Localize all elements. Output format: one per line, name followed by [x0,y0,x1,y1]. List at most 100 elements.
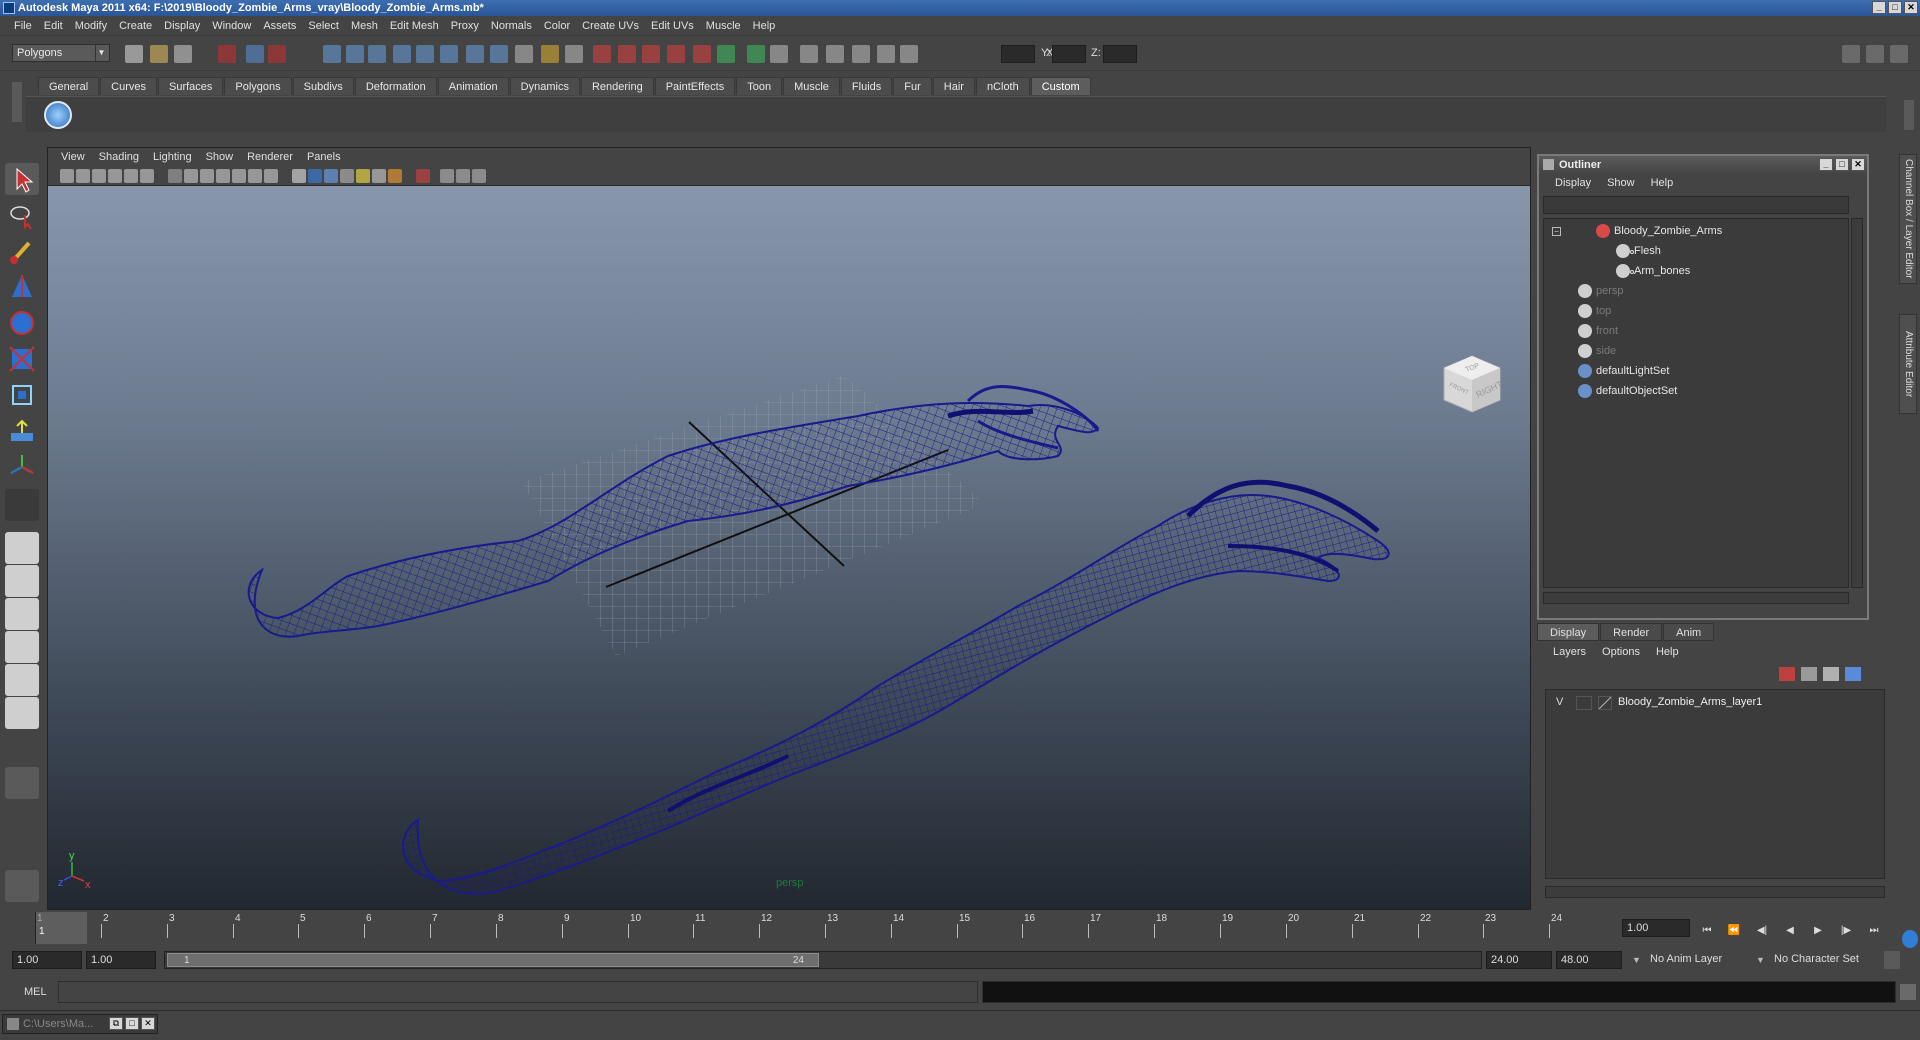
time-slider-track[interactable]: 1234567891011121314151617181920212223241 [35,912,1615,944]
layer-tab-display[interactable]: Display [1537,623,1600,641]
save-scene-icon[interactable] [174,45,192,63]
shelf-tab-polygons[interactable]: Polygons [224,77,292,95]
paint-select-tool-icon[interactable] [5,235,39,267]
animation-end-field[interactable]: 48.00 [1556,951,1622,969]
render-settings-icon[interactable] [642,45,660,63]
layer-tab-anim[interactable]: Anim [1663,623,1715,641]
maximize-button[interactable]: □ [125,1017,139,1030]
menu-modify[interactable]: Modify [69,16,113,36]
z-field[interactable] [1103,45,1137,63]
attribute-editor-toggle-icon[interactable] [1890,45,1908,63]
playback-start-field[interactable]: 1.00 [86,951,156,969]
construction-history-icon[interactable] [466,45,484,63]
outliner-menu-display[interactable]: Display [1547,177,1599,189]
current-frame-marker[interactable]: 1 [35,912,87,944]
shelf-tab-painteffects[interactable]: PaintEffects [654,77,736,95]
transform-icon[interactable] [900,45,918,63]
outliner-vertical-scrollbar[interactable] [1851,218,1863,588]
anim-layer-dropdown[interactable]: No Anim Layer [1646,951,1758,969]
layer-menu-layers[interactable]: Layers [1545,646,1594,658]
safe-title-icon[interactable] [264,169,278,183]
grid-icon[interactable] [168,169,182,183]
hypershade-icon[interactable] [852,45,870,63]
last-tool-icon[interactable] [5,489,39,521]
film-gate-icon[interactable] [184,169,198,183]
new-scene-icon[interactable] [125,45,143,63]
menu-muscle[interactable]: Muscle [700,16,747,36]
snap-curve-icon[interactable] [346,45,364,63]
outliner-menu-help[interactable]: Help [1643,177,1682,189]
persp-viewport[interactable]: View Shading Lighting Show Renderer Panels [47,147,1531,910]
viewport-menu-lighting[interactable]: Lighting [146,151,199,163]
current-time-field[interactable]: 1.00 [1622,919,1690,937]
menu-file[interactable]: File [8,16,38,36]
channel-box-toggle-icon[interactable] [1866,45,1884,63]
step-forward-frame-icon[interactable]: |▶ [1839,925,1853,937]
outliner-close-button[interactable]: ✕ [1851,158,1865,171]
query-icon[interactable] [490,45,508,63]
shelf-tab-surfaces[interactable]: Surfaces [157,77,224,95]
outliner-item[interactable]: side [1544,341,1844,361]
outliner-item[interactable]: Arm_bones [1544,261,1844,281]
universal-manipulator-icon[interactable] [5,379,39,411]
menu-create[interactable]: Create [113,16,158,36]
new-layer-selected-icon[interactable] [1823,667,1839,681]
maximize-button[interactable]: □ [1888,1,1902,14]
outliner-item[interactable]: defaultObjectSet [1544,381,1844,401]
outliner-item[interactable]: Flesh [1544,241,1844,261]
open-scene-icon[interactable] [150,45,168,63]
single-pane-layout-icon[interactable] [5,532,39,564]
command-input[interactable] [58,981,978,1003]
outliner-item[interactable]: defaultLightSet [1544,361,1844,381]
layer-menu-help[interactable]: Help [1648,646,1687,658]
outliner-item[interactable]: persp [1544,281,1844,301]
shelf-tab-fur[interactable]: Fur [893,77,932,95]
grease-pencil-icon[interactable] [140,169,154,183]
x-field[interactable] [1001,45,1035,63]
textured-icon[interactable] [340,169,354,183]
snap-live-icon[interactable] [416,45,434,63]
auto-key-icon[interactable] [1884,951,1900,969]
shelf-tab-deformation[interactable]: Deformation [354,77,437,95]
playback-end-field[interactable]: 24.00 [1486,951,1552,969]
outliner-filter-field[interactable] [1543,196,1849,214]
camera-select-icon[interactable] [76,169,90,183]
magnet-2-icon[interactable] [693,45,711,63]
character-set-dropdown[interactable]: No Character Set [1770,951,1880,969]
menu-display[interactable]: Display [158,16,206,36]
menu-edit-mesh[interactable]: Edit Mesh [384,16,445,36]
menu-select[interactable]: Select [302,16,345,36]
outliner-horizontal-scrollbar[interactable] [1543,592,1849,604]
collapse-toggle-icon[interactable]: − [1552,227,1561,236]
viewport-menu-view[interactable]: View [54,151,92,163]
channel-box-tab[interactable]: Channel Box / Layer Editor [1899,154,1917,284]
new-layer-icon[interactable] [1779,667,1795,681]
menu-edit[interactable]: Edit [38,16,69,36]
shelf-tab-hair[interactable]: Hair [932,77,975,95]
wireframe-icon[interactable] [292,169,306,183]
attribute-editor-tab[interactable]: Attribute Editor [1899,314,1917,414]
restore-button[interactable]: ⧉ [109,1017,123,1030]
snap-grid-icon[interactable] [323,45,341,63]
step-back-key-icon[interactable]: ⏪ [1727,925,1741,937]
magnet-icon[interactable] [667,45,685,63]
selection-mask-icon[interactable] [565,45,583,63]
xray-joints-icon[interactable] [456,169,470,183]
play-forwards-icon[interactable]: ▶ [1811,925,1825,937]
outliner-persp-layout-icon[interactable] [5,598,39,630]
menu-color[interactable]: Color [538,16,576,36]
play-backwards-icon[interactable]: ◀ [1783,925,1797,937]
help-icon[interactable] [515,45,533,63]
hypershade-layout-icon[interactable] [5,664,39,696]
all-lights-icon[interactable] [372,169,386,183]
outliner-item[interactable]: front [1544,321,1844,341]
snapshot-icon[interactable] [877,45,895,63]
wireframe-on-shaded-icon[interactable] [324,169,338,183]
outliner-item[interactable]: − Bloody_Zombie_Arms [1544,221,1844,241]
smooth-shade-icon[interactable] [308,169,322,183]
shelf-options-icon[interactable] [12,82,22,122]
viewport-menu-show[interactable]: Show [199,151,241,163]
layer-row[interactable]: V Bloody_Zombie_Arms_layer1 [1546,694,1884,712]
toolbox-options-icon[interactable] [5,767,39,799]
output-ops-icon[interactable] [747,45,765,63]
